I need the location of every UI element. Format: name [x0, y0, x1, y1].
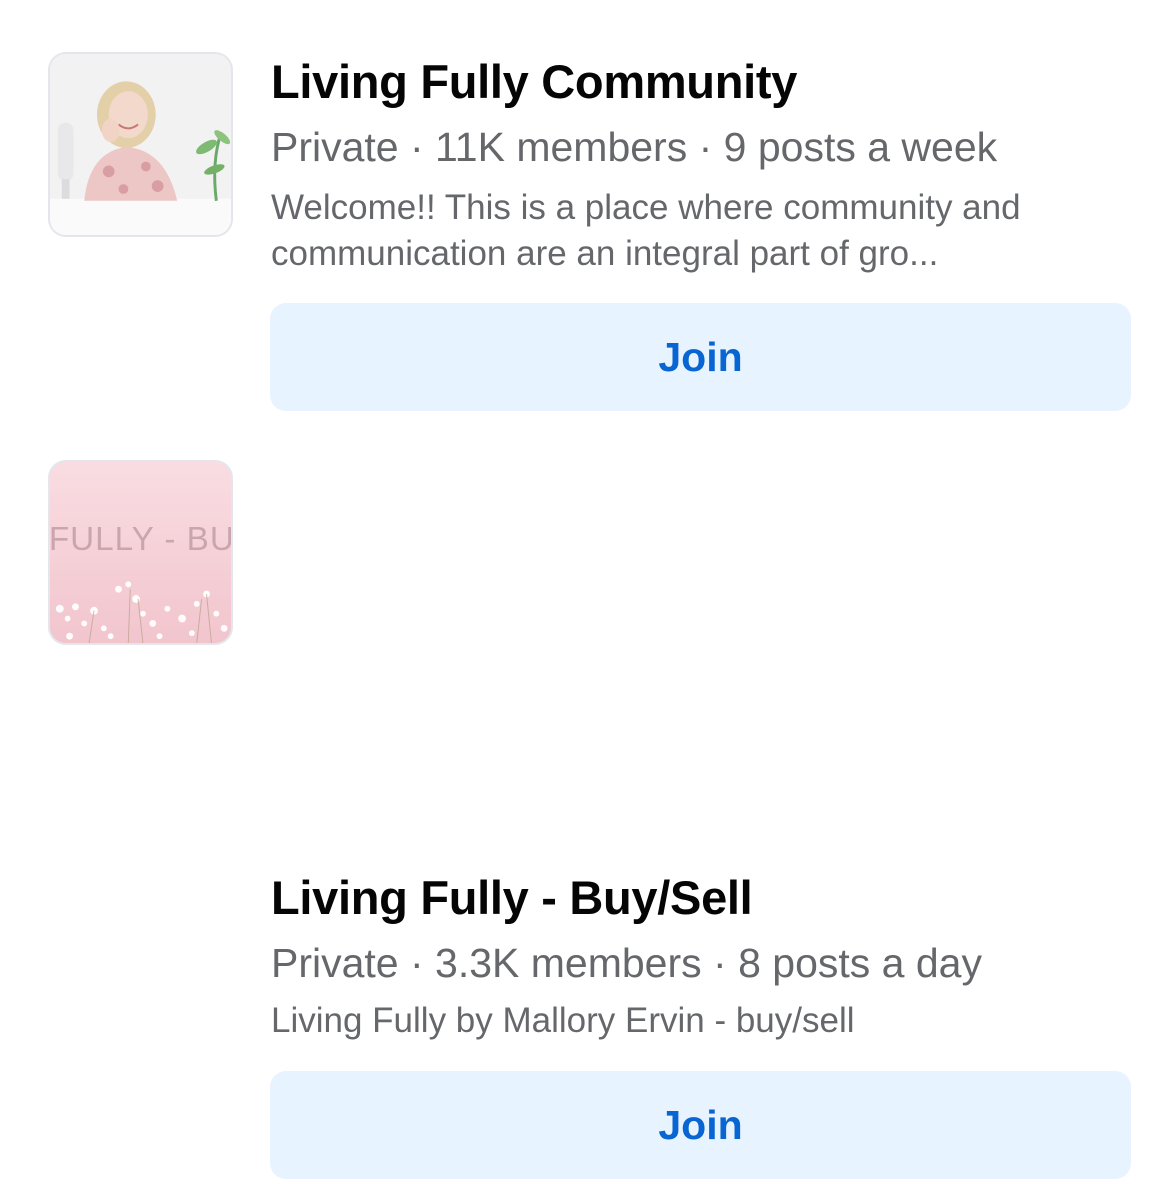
group-cover-image[interactable] [48, 52, 233, 237]
join-button[interactable]: Join [270, 1071, 1131, 1179]
group-photo: G FULLY - BUY/ [50, 462, 231, 643]
group-photo [50, 54, 231, 235]
group-title[interactable]: Living Fully - Buy/Sell [271, 870, 753, 926]
group-meta: Private · 3.3K members · 8 posts a day [271, 940, 982, 986]
group-description: Welcome!! This is a place where communit… [271, 188, 1021, 273]
group-title[interactable]: Living Fully Community [271, 54, 797, 110]
join-button[interactable]: Join [270, 303, 1131, 411]
group-meta: Private · 11K members · 9 posts a week [271, 124, 998, 170]
group-cover-image[interactable]: G FULLY - BUY/ [48, 460, 233, 645]
group-description: Living Fully by Mallory Ervin - buy/sell [271, 1001, 855, 1040]
thumbnail-text: G FULLY - BUY/ [50, 521, 231, 558]
